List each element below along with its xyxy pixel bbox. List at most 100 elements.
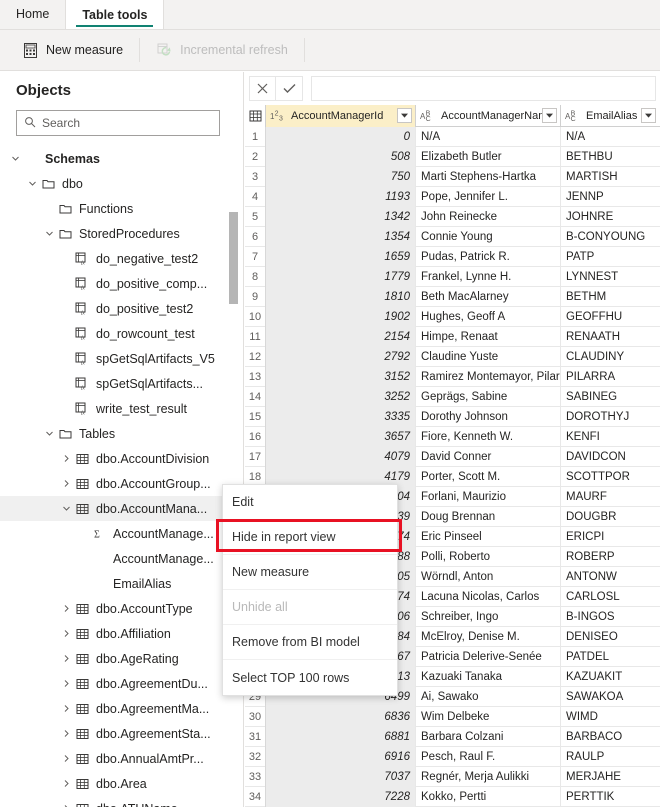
- cell-emailalias[interactable]: SAWAKOA: [561, 687, 659, 707]
- cell-accountmanagerid[interactable]: 2154: [266, 327, 416, 347]
- cell-accountmanagername[interactable]: Beth MacAlarney: [416, 287, 561, 307]
- chevron-down-icon[interactable]: [25, 171, 39, 196]
- cell-accountmanagername[interactable]: Regnér, Merja Aulikki: [416, 767, 561, 787]
- cell-accountmanagerid[interactable]: 6916: [266, 747, 416, 767]
- cell-accountmanagername[interactable]: Polli, Roberto: [416, 547, 561, 567]
- cell-accountmanagername[interactable]: Dorothy Johnson: [416, 407, 561, 427]
- cell-accountmanagerid[interactable]: 3657: [266, 427, 416, 447]
- cell-emailalias[interactable]: PATP: [561, 247, 659, 267]
- table-row[interactable]: 7 1659 Pudas, Patrick R. PATP: [245, 247, 660, 267]
- cell-accountmanagerid[interactable]: 3152: [266, 367, 416, 387]
- cell-emailalias[interactable]: JENNP: [561, 187, 659, 207]
- command-new-measure[interactable]: New measure: [12, 35, 133, 65]
- cell-emailalias[interactable]: GEOFFHU: [561, 307, 659, 327]
- cell-accountmanagerid[interactable]: 508: [266, 147, 416, 167]
- cell-accountmanagername[interactable]: David Conner: [416, 447, 561, 467]
- cell-emailalias[interactable]: BETHBU: [561, 147, 659, 167]
- table-row[interactable]: 16 3657 Fiore, Kenneth W. KENFI: [245, 427, 660, 447]
- chevron-right-icon[interactable]: [59, 721, 73, 746]
- cell-accountmanagerid[interactable]: 6836: [266, 707, 416, 727]
- tree-item-write-test-result[interactable]: fx write_test_result: [0, 396, 244, 421]
- chevron-right-icon[interactable]: [59, 671, 73, 696]
- table-row[interactable]: 30 6836 Wim Delbeke WIMD: [245, 707, 660, 727]
- cell-accountmanagerid[interactable]: 1354: [266, 227, 416, 247]
- cell-emailalias[interactable]: DAVIDCON: [561, 447, 659, 467]
- tree-item-do-negative-test2[interactable]: fx do_negative_test2: [0, 246, 244, 271]
- tree-item-spgetsqlartifacts[interactable]: fx spGetSqlArtifacts...: [0, 371, 244, 396]
- cell-emailalias[interactable]: MAURF: [561, 487, 659, 507]
- cell-accountmanagerid[interactable]: 750: [266, 167, 416, 187]
- tree-item-dbo-annualamtpr[interactable]: dbo.AnnualAmtPr...: [0, 746, 244, 771]
- cell-accountmanagername[interactable]: Forlani, Maurizio: [416, 487, 561, 507]
- cell-accountmanagername[interactable]: Kazuaki Tanaka: [416, 667, 561, 687]
- cell-emailalias[interactable]: JOHNRE: [561, 207, 659, 227]
- table-row[interactable]: 13 3152 Ramirez Montemayor, Pilar PILARRA: [245, 367, 660, 387]
- cell-accountmanagerid[interactable]: 7228: [266, 787, 416, 807]
- tree-item-dbo-atuname[interactable]: dbo.ATUName: [0, 796, 244, 807]
- cell-emailalias[interactable]: WIMD: [561, 707, 659, 727]
- table-row[interactable]: 5 1342 John Reinecke JOHNRE: [245, 207, 660, 227]
- cell-accountmanagername[interactable]: Wim Delbeke: [416, 707, 561, 727]
- context-menu-item-new-measure[interactable]: New measure: [223, 555, 397, 590]
- cell-emailalias[interactable]: RENAATH: [561, 327, 659, 347]
- select-all-icon[interactable]: [245, 105, 266, 127]
- cell-accountmanagername[interactable]: Barbara Colzani: [416, 727, 561, 747]
- cell-accountmanagername[interactable]: Claudine Yuste: [416, 347, 561, 367]
- cell-accountmanagername[interactable]: Kokko, Pertti: [416, 787, 561, 807]
- table-row[interactable]: 17 4079 David Conner DAVIDCON: [245, 447, 660, 467]
- tree-item-dbo-agreementdu[interactable]: dbo.AgreementDu...: [0, 671, 244, 696]
- cell-accountmanagerid[interactable]: 1810: [266, 287, 416, 307]
- column-filter-dropdown-icon[interactable]: [641, 108, 656, 123]
- ribbon-tab-table-tools[interactable]: Table tools: [65, 0, 165, 29]
- chevron-down-icon[interactable]: [59, 496, 73, 521]
- table-row[interactable]: 15 3335 Dorothy Johnson DOROTHYJ: [245, 407, 660, 427]
- tree-item-dbo-accountmana[interactable]: dbo.AccountMana...: [0, 496, 244, 521]
- tree-item-schemas[interactable]: Schemas: [0, 146, 244, 171]
- cell-accountmanagerid[interactable]: 3335: [266, 407, 416, 427]
- tree-item-do-positive-test2[interactable]: fx do_positive_test2: [0, 296, 244, 321]
- cell-emailalias[interactable]: CLAUDINY: [561, 347, 659, 367]
- table-row[interactable]: 11 2154 Himpe, Renaat RENAATH: [245, 327, 660, 347]
- tree-item-dbo[interactable]: dbo: [0, 171, 244, 196]
- context-menu-item-hide-in-report-view[interactable]: Hide in report view: [223, 520, 397, 555]
- table-row[interactable]: 10 1902 Hughes, Geoff A GEOFFHU: [245, 307, 660, 327]
- tree-item-dbo-area[interactable]: dbo.Area: [0, 771, 244, 796]
- table-row[interactable]: 32 6916 Pesch, Raul F. RAULP: [245, 747, 660, 767]
- cell-accountmanagername[interactable]: Ramirez Montemayor, Pilar: [416, 367, 561, 387]
- tree-item-functions[interactable]: Functions: [0, 196, 244, 221]
- cell-emailalias[interactable]: DENISEO: [561, 627, 659, 647]
- tree-item-dbo-accountgroup[interactable]: dbo.AccountGroup...: [0, 471, 244, 496]
- cell-accountmanagername[interactable]: Patricia Delerive-Senée: [416, 647, 561, 667]
- cell-emailalias[interactable]: SABINEG: [561, 387, 659, 407]
- cell-emailalias[interactable]: ERICPI: [561, 527, 659, 547]
- column-header-accountmanagerid[interactable]: 1 2 3 AccountManagerId: [266, 105, 416, 127]
- cell-emailalias[interactable]: ANTONW: [561, 567, 659, 587]
- tree-item-tables[interactable]: Tables: [0, 421, 244, 446]
- cell-accountmanagername[interactable]: Pesch, Raul F.: [416, 747, 561, 767]
- table-row[interactable]: 3 750 Marti Stephens-Hartka MARTISH: [245, 167, 660, 187]
- search-input[interactable]: Search: [16, 110, 220, 136]
- ribbon-tab-home[interactable]: Home: [0, 0, 65, 29]
- cell-accountmanagerid[interactable]: 3252: [266, 387, 416, 407]
- cell-emailalias[interactable]: DOUGBR: [561, 507, 659, 527]
- chevron-right-icon[interactable]: [59, 621, 73, 646]
- table-row[interactable]: 14 3252 Geprägs, Sabine SABINEG: [245, 387, 660, 407]
- cell-emailalias[interactable]: BETHM: [561, 287, 659, 307]
- table-row[interactable]: 4 1193 Pope, Jennifer L. JENNP: [245, 187, 660, 207]
- cell-emailalias[interactable]: MARTISH: [561, 167, 659, 187]
- column-filter-dropdown-icon[interactable]: [542, 108, 557, 123]
- cell-accountmanagername[interactable]: Ai, Sawako: [416, 687, 561, 707]
- cell-accountmanagername[interactable]: Pudas, Patrick R.: [416, 247, 561, 267]
- cell-emailalias[interactable]: BARBACO: [561, 727, 659, 747]
- table-row[interactable]: 2 508 Elizabeth Butler BETHBU: [245, 147, 660, 167]
- cell-accountmanagername[interactable]: Wörndl, Anton: [416, 567, 561, 587]
- cell-accountmanagerid[interactable]: 1193: [266, 187, 416, 207]
- cell-emailalias[interactable]: PATDEL: [561, 647, 659, 667]
- cell-emailalias[interactable]: SCOTTPOR: [561, 467, 659, 487]
- tree-item-dbo-agreementsta[interactable]: dbo.AgreementSta...: [0, 721, 244, 746]
- cell-emailalias[interactable]: DOROTHYJ: [561, 407, 659, 427]
- column-filter-dropdown-icon[interactable]: [397, 108, 412, 123]
- chevron-down-icon[interactable]: [42, 421, 56, 446]
- cell-emailalias[interactable]: CARLOSL: [561, 587, 659, 607]
- cell-accountmanagername[interactable]: Fiore, Kenneth W.: [416, 427, 561, 447]
